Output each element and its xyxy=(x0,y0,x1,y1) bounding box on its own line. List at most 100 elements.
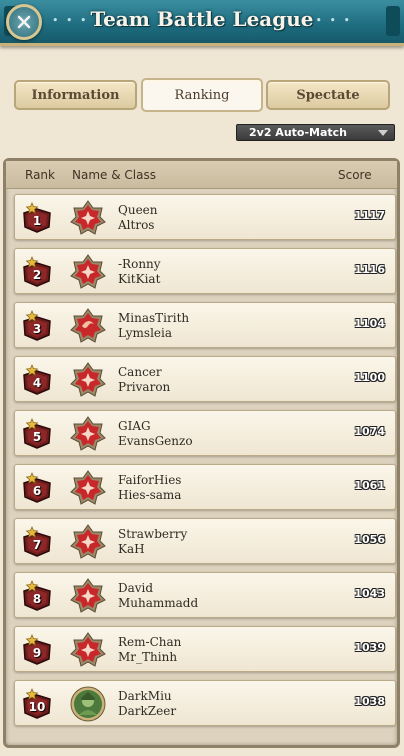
player-names: David Muhammadd xyxy=(118,581,198,611)
header-rank: Rank xyxy=(25,168,55,182)
player-names: Strawberry KaH xyxy=(118,527,187,557)
ranking-row[interactable]: 8 David Muhammadd 1043 xyxy=(14,572,396,618)
class-icon xyxy=(70,254,106,290)
class-icon xyxy=(70,470,106,506)
player-name: Queen xyxy=(118,203,158,217)
player-class: EvansGenzo xyxy=(118,434,193,448)
class-icon xyxy=(70,200,106,236)
rank-number: 6 xyxy=(32,484,42,498)
player-score: 1039 xyxy=(354,641,385,654)
rank-badge: 1 xyxy=(21,202,53,234)
player-names: -Ronny KitKiat xyxy=(118,257,161,287)
rank-badge: 2 xyxy=(21,256,53,288)
rank-badge: 7 xyxy=(21,526,53,558)
class-icon xyxy=(70,524,106,560)
header-score: Score xyxy=(338,168,372,182)
rank-number: 4 xyxy=(32,376,42,390)
rank-number: 9 xyxy=(32,646,42,660)
player-class: Privaron xyxy=(118,380,171,394)
rank-badge: 9 xyxy=(21,634,53,666)
player-names: Rem-Chan Mr_Thinh xyxy=(118,635,181,665)
player-score: 1061 xyxy=(354,479,385,492)
rank-badge: 5 xyxy=(21,418,53,450)
rank-badge: 3 xyxy=(21,310,53,342)
red-class-emblem-icon xyxy=(70,632,106,667)
red-class-emblem-icon xyxy=(70,524,106,559)
player-names: Cancer Privaron xyxy=(118,365,170,395)
player-name: Rem-Chan xyxy=(118,635,182,649)
rank-number: 7 xyxy=(32,538,42,552)
class-icon xyxy=(70,416,106,452)
ranking-row[interactable]: 9 Rem-Chan Mr_Thinh 1039 xyxy=(14,626,396,672)
red-creature-class-icon xyxy=(70,308,106,343)
player-class: DarkZeer xyxy=(118,704,177,718)
dropdown-caret-icon xyxy=(378,130,388,136)
player-score: 1074 xyxy=(354,425,385,438)
rank-number: 1 xyxy=(32,214,42,228)
rank-badge: 6 xyxy=(21,472,53,504)
rank-badge: 4 xyxy=(21,364,53,396)
player-name: MinasTirith xyxy=(118,311,190,325)
rank-number: 10 xyxy=(28,700,46,714)
player-class: Mr_Thinh xyxy=(118,650,178,664)
ranking-header: Rank Name & Class Score xyxy=(6,161,397,189)
player-name: GIAG xyxy=(118,419,151,433)
player-score: 1056 xyxy=(354,533,385,546)
player-names: Queen Altros xyxy=(118,203,158,233)
ranking-row[interactable]: 5 GIAG EvansGenzo 1074 xyxy=(14,410,396,456)
player-name: David xyxy=(118,581,154,595)
red-class-emblem-icon xyxy=(70,200,106,235)
rank-number: 3 xyxy=(32,322,42,336)
rank-number: 2 xyxy=(32,268,42,282)
player-score: 1043 xyxy=(354,587,385,600)
match-mode-value: 2v2 Auto-Match xyxy=(249,126,348,139)
header-name-class: Name & Class xyxy=(72,168,156,182)
player-name: Cancer xyxy=(118,365,162,379)
red-class-emblem-icon xyxy=(70,578,106,613)
player-name: -Ronny xyxy=(118,257,161,271)
player-class: Hies-sama xyxy=(118,488,182,502)
player-names: GIAG EvansGenzo xyxy=(118,419,193,449)
ranking-row[interactable]: 7 Strawberry KaH 1056 xyxy=(14,518,396,564)
ranking-row[interactable]: 1 Queen Altros 1117 xyxy=(14,194,396,240)
rank-number: 8 xyxy=(32,592,42,606)
player-class: KitKiat xyxy=(118,272,161,286)
player-score: 1116 xyxy=(354,263,385,276)
player-class: KaH xyxy=(118,542,145,556)
player-name: DarkMiu xyxy=(118,689,172,703)
class-icon xyxy=(70,632,106,668)
red-class-emblem-icon xyxy=(70,416,106,451)
rank-badge: 8 xyxy=(21,580,53,612)
player-names: DarkMiu DarkZeer xyxy=(118,689,176,719)
red-class-emblem-icon xyxy=(70,254,106,289)
class-icon xyxy=(70,578,106,614)
ranking-row[interactable]: 3 MinasTirith Lymsleia 1104 xyxy=(14,302,396,348)
tab-ranking[interactable]: Ranking xyxy=(141,78,263,112)
player-score: 1038 xyxy=(354,695,385,708)
ranking-row[interactable]: 6 FaiforHies Hies-sama 1061 xyxy=(14,464,396,510)
red-class-emblem-icon xyxy=(70,362,106,397)
tab-spectate[interactable]: Spectate xyxy=(266,80,390,110)
ranking-row[interactable]: 2 -Ronny KitKiat 1116 xyxy=(14,248,396,294)
rank-number: 5 xyxy=(32,430,42,444)
title-banner: • • • Team Battle League • • • xyxy=(0,0,404,46)
ranking-row[interactable]: 10 DarkMiu DarkZeer 1038 xyxy=(14,680,396,726)
player-class: Altros xyxy=(118,218,155,232)
player-names: FaiforHies Hies-sama xyxy=(118,473,181,503)
rank-badge: 10 xyxy=(21,688,53,720)
player-score: 1117 xyxy=(354,209,385,222)
tab-information[interactable]: Information xyxy=(14,80,137,110)
class-icon xyxy=(70,308,106,344)
banner-ornament-right: • • • xyxy=(315,14,352,27)
green-hero-portrait-icon xyxy=(70,686,106,722)
red-class-emblem-icon xyxy=(70,470,106,505)
player-names: MinasTirith Lymsleia xyxy=(118,311,189,341)
match-mode-dropdown[interactable]: 2v2 Auto-Match xyxy=(236,124,395,141)
class-icon xyxy=(70,362,106,398)
player-class: Lymsleia xyxy=(118,326,173,340)
player-score: 1104 xyxy=(354,317,385,330)
player-score: 1100 xyxy=(354,371,385,384)
class-icon xyxy=(70,686,106,722)
ranking-panel: Rank Name & Class Score 1 Queen Altros 1117… xyxy=(3,158,400,748)
ranking-row[interactable]: 4 Cancer Privaron 1100 xyxy=(14,356,396,402)
